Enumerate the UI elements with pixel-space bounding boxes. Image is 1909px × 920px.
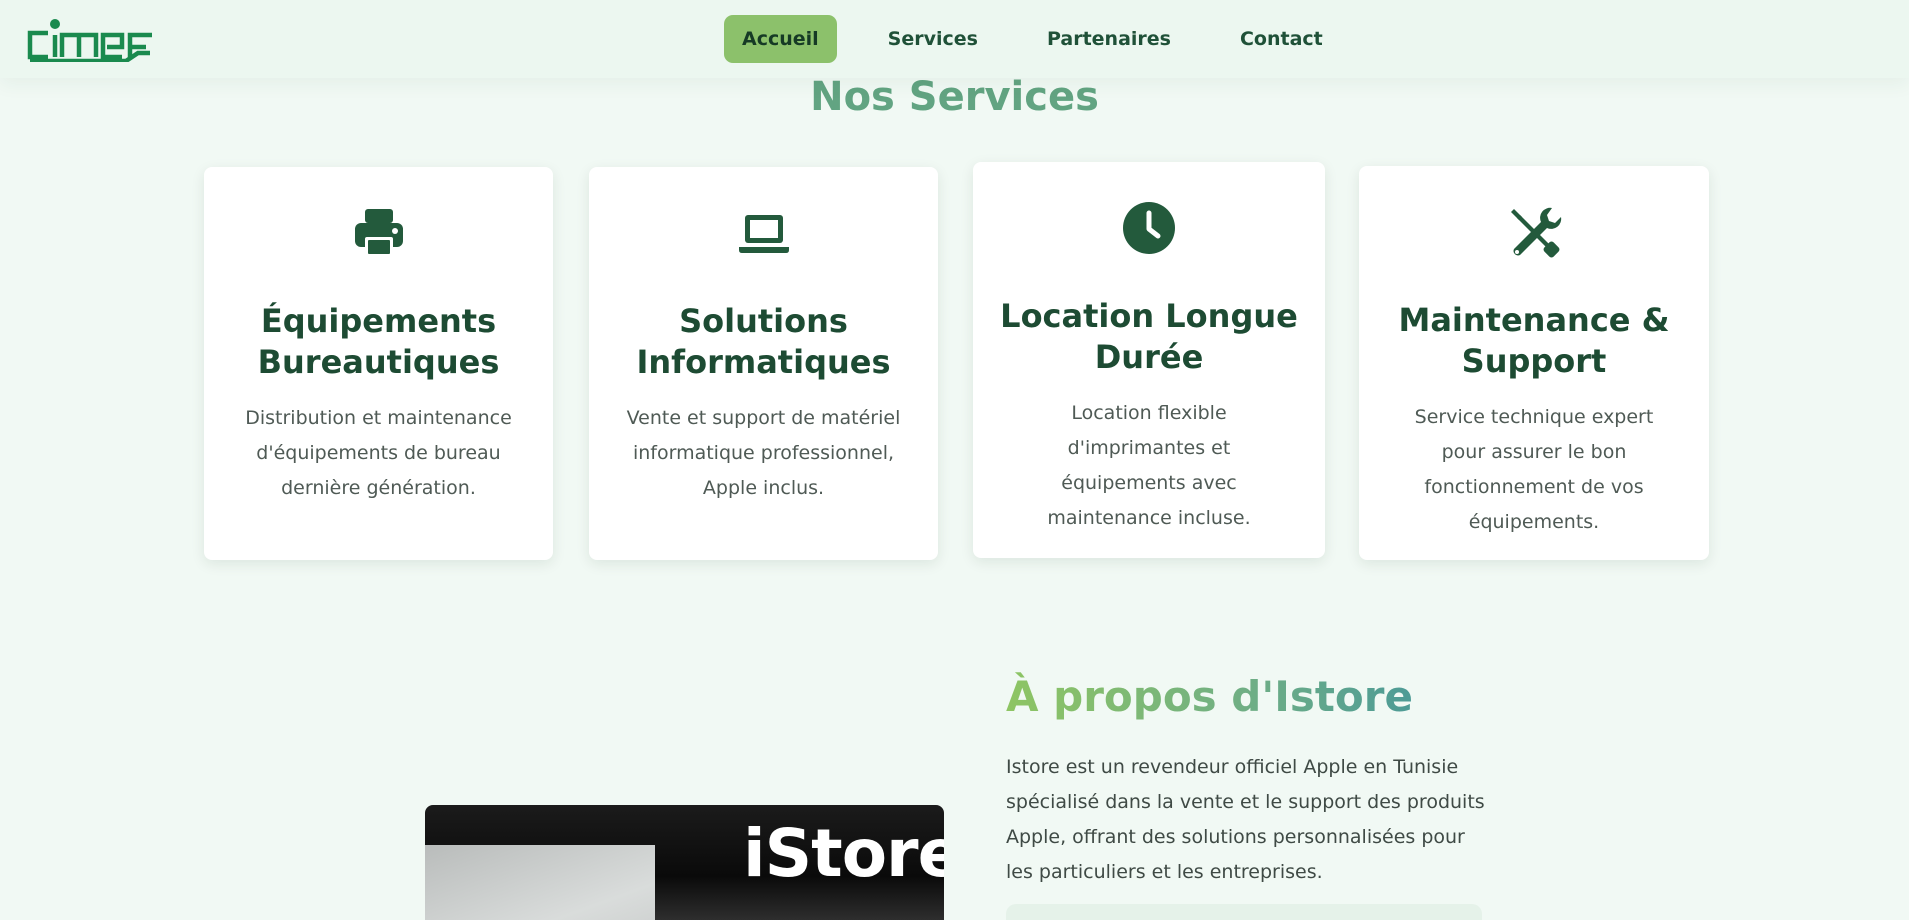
- nav-accueil[interactable]: Accueil: [724, 15, 837, 63]
- clock-icon: [1121, 200, 1177, 256]
- nav-contact[interactable]: Contact: [1222, 15, 1341, 63]
- tools-icon: [1506, 204, 1562, 260]
- service-card-equipements[interactable]: Équipements Bureautiques Distribution et…: [204, 167, 553, 560]
- laptop-icon: [736, 205, 792, 261]
- service-card-description: Service technique expert pour assurer le…: [1414, 406, 1654, 533]
- service-card-title: Solutions Informatiques: [636, 302, 891, 381]
- service-card-description: Distribution et maintenance d'équipement…: [245, 407, 512, 499]
- about-info-box: [1006, 904, 1482, 920]
- cimef-logo[interactable]: cimef: [26, 17, 156, 64]
- navbar: cimef Accueil Services Partenaires Conta…: [0, 0, 1909, 78]
- service-card-maintenance[interactable]: Maintenance & Support Service technique …: [1359, 166, 1709, 560]
- istore-sign: iStore: [743, 815, 944, 892]
- about-title: À propos d'Istore: [1006, 672, 1413, 721]
- storefront-panel: [425, 845, 655, 920]
- service-card-title: Maintenance & Support: [1398, 301, 1670, 380]
- service-card-description: Location flexible d'imprimantes et équip…: [1047, 402, 1251, 529]
- printer-icon: [351, 205, 407, 261]
- service-card-description: Vente et support de matériel informatiqu…: [626, 407, 901, 499]
- service-card-location[interactable]: Location Longue Durée Location flexible …: [973, 162, 1325, 558]
- service-card-title: Équipements Bureautiques: [257, 302, 500, 381]
- services-title: Nos Services: [810, 74, 1099, 120]
- logo-mark-icon: cimef: [27, 19, 152, 64]
- service-card-informatique[interactable]: Solutions Informatiques Vente et support…: [589, 167, 938, 560]
- nav-partenaires[interactable]: Partenaires: [1029, 15, 1189, 63]
- service-card-title: Location Longue Durée: [1000, 297, 1298, 376]
- nav-services[interactable]: Services: [870, 15, 996, 63]
- about-text: Istore est un revendeur officiel Apple e…: [1006, 756, 1485, 883]
- istore-photo: iStore: [425, 805, 944, 920]
- main-nav: Accueil Services Partenaires Contact: [724, 15, 1374, 63]
